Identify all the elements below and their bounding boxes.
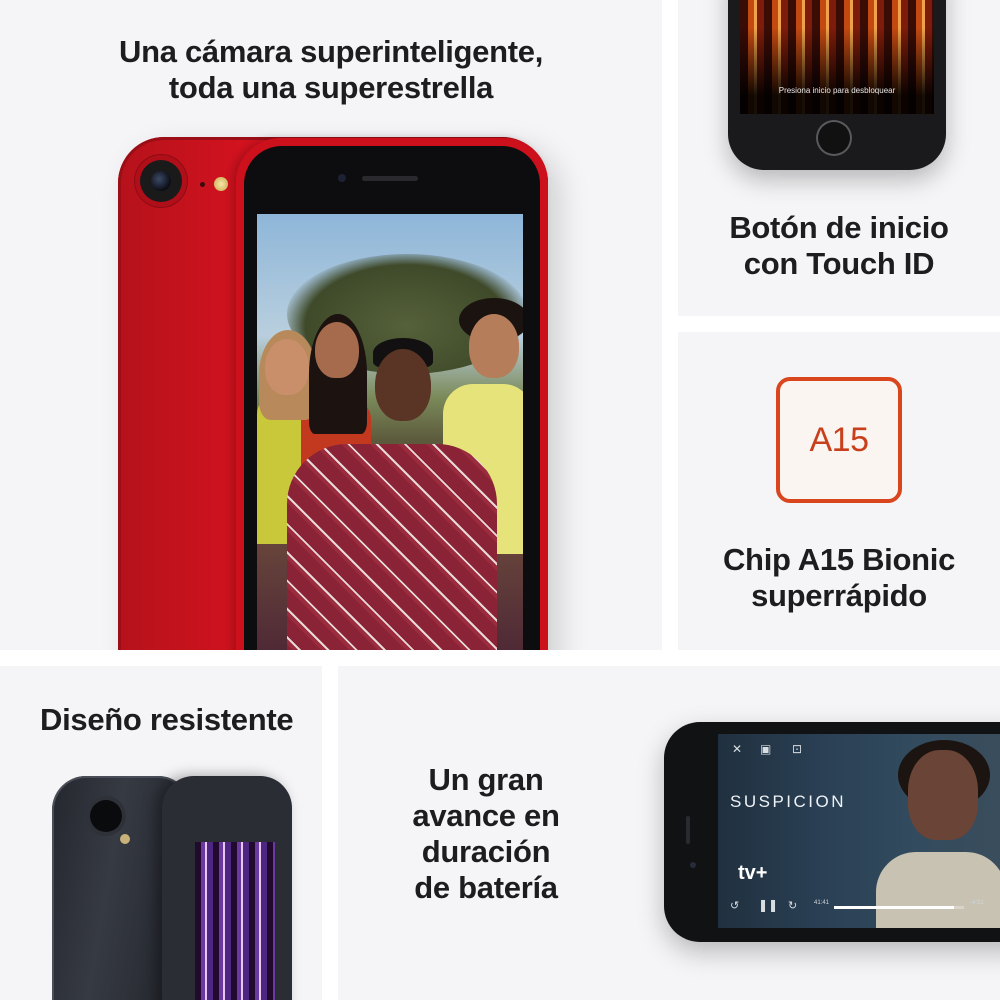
actress-face [908,750,978,840]
elapsed-time: 41:41 [814,900,830,906]
camera-heading-line2: toda una superestrella [168,70,494,105]
battery-heading: Un gran avance en duración de batería [386,762,586,906]
home-button-heading-line2: con Touch ID [743,246,935,281]
battery-heading-line2: avance en [412,798,560,833]
close-icon[interactable]: ✕ [732,742,742,756]
flash-icon [120,834,130,844]
chip-heading-line1: Chip A15 Bionic [722,542,956,577]
rear-camera-icon [140,160,182,202]
chip-label: A15 [809,420,870,459]
front-camera-icon [338,174,346,182]
flash-icon [214,177,228,191]
home-button-panel: Presiona inicio para desbloquear Botón d… [678,0,1000,316]
front-camera-icon [690,862,696,868]
chip-panel: A15 Chip A15 Bionic superrápido [678,332,1000,650]
picture-in-picture-icon[interactable]: ▣ [760,742,771,756]
battery-heading-line4: de batería [414,870,558,905]
durability-panel: Diseño resistente [0,666,322,1000]
playback-scrubber[interactable] [834,906,964,909]
home-button-heading: Botón de inicio con Touch ID [678,210,1000,282]
skip-back-icon[interactable]: ↺ [730,899,739,912]
show-title: SUSPICION [730,792,847,811]
person-face [315,322,359,378]
service-logo: tv+ [738,862,768,884]
video-player-screen: ✕ ▣ ⊡ SUSPICION tv+ ↺ ❚❚ ↻ 41:41 -4:51 [718,734,1000,928]
camera-panel: Una cámara superinteligente, toda una su… [0,0,662,650]
battery-panel: Un gran avance en duración de batería ✕ … [338,666,1000,1000]
rear-camera-icon [90,800,122,832]
microphone-dot [200,182,205,187]
chip-heading-line2: superrápido [751,578,927,613]
pause-icon[interactable]: ❚❚ [758,898,778,912]
earpiece [686,816,690,844]
battery-heading-line1: Un gran [428,762,544,797]
actress-dress [876,852,1000,928]
earpiece [362,176,418,181]
home-button-icon [818,122,850,154]
chip-heading: Chip A15 Bionic superrápido [678,542,1000,614]
playback-progress-fill [834,906,954,909]
group-selfie-photo [257,214,523,650]
durability-heading: Diseño resistente [40,702,294,737]
lock-screen-wallpaper [740,0,934,114]
person-face [469,314,519,378]
lock-screen-text: Presiona inicio para desbloquear [778,86,896,95]
battery-heading-line3: duración [421,834,551,869]
patterned-shirt [287,444,497,650]
skip-forward-icon[interactable]: ↻ [788,899,797,912]
home-button-heading-line1: Botón de inicio [729,210,949,245]
remaining-time: -4:51 [970,900,984,906]
purple-wallpaper-screen [195,842,275,1000]
person-face [265,339,309,395]
person-face [375,349,431,421]
camera-heading: Una cámara superinteligente, toda una su… [0,34,662,106]
camera-heading-line1: Una cámara superinteligente, [118,34,544,69]
airplay-icon[interactable]: ⊡ [792,742,802,756]
apple-tv-plus-logo: tv+ [738,862,767,885]
chip-icon: A15 [776,377,902,503]
